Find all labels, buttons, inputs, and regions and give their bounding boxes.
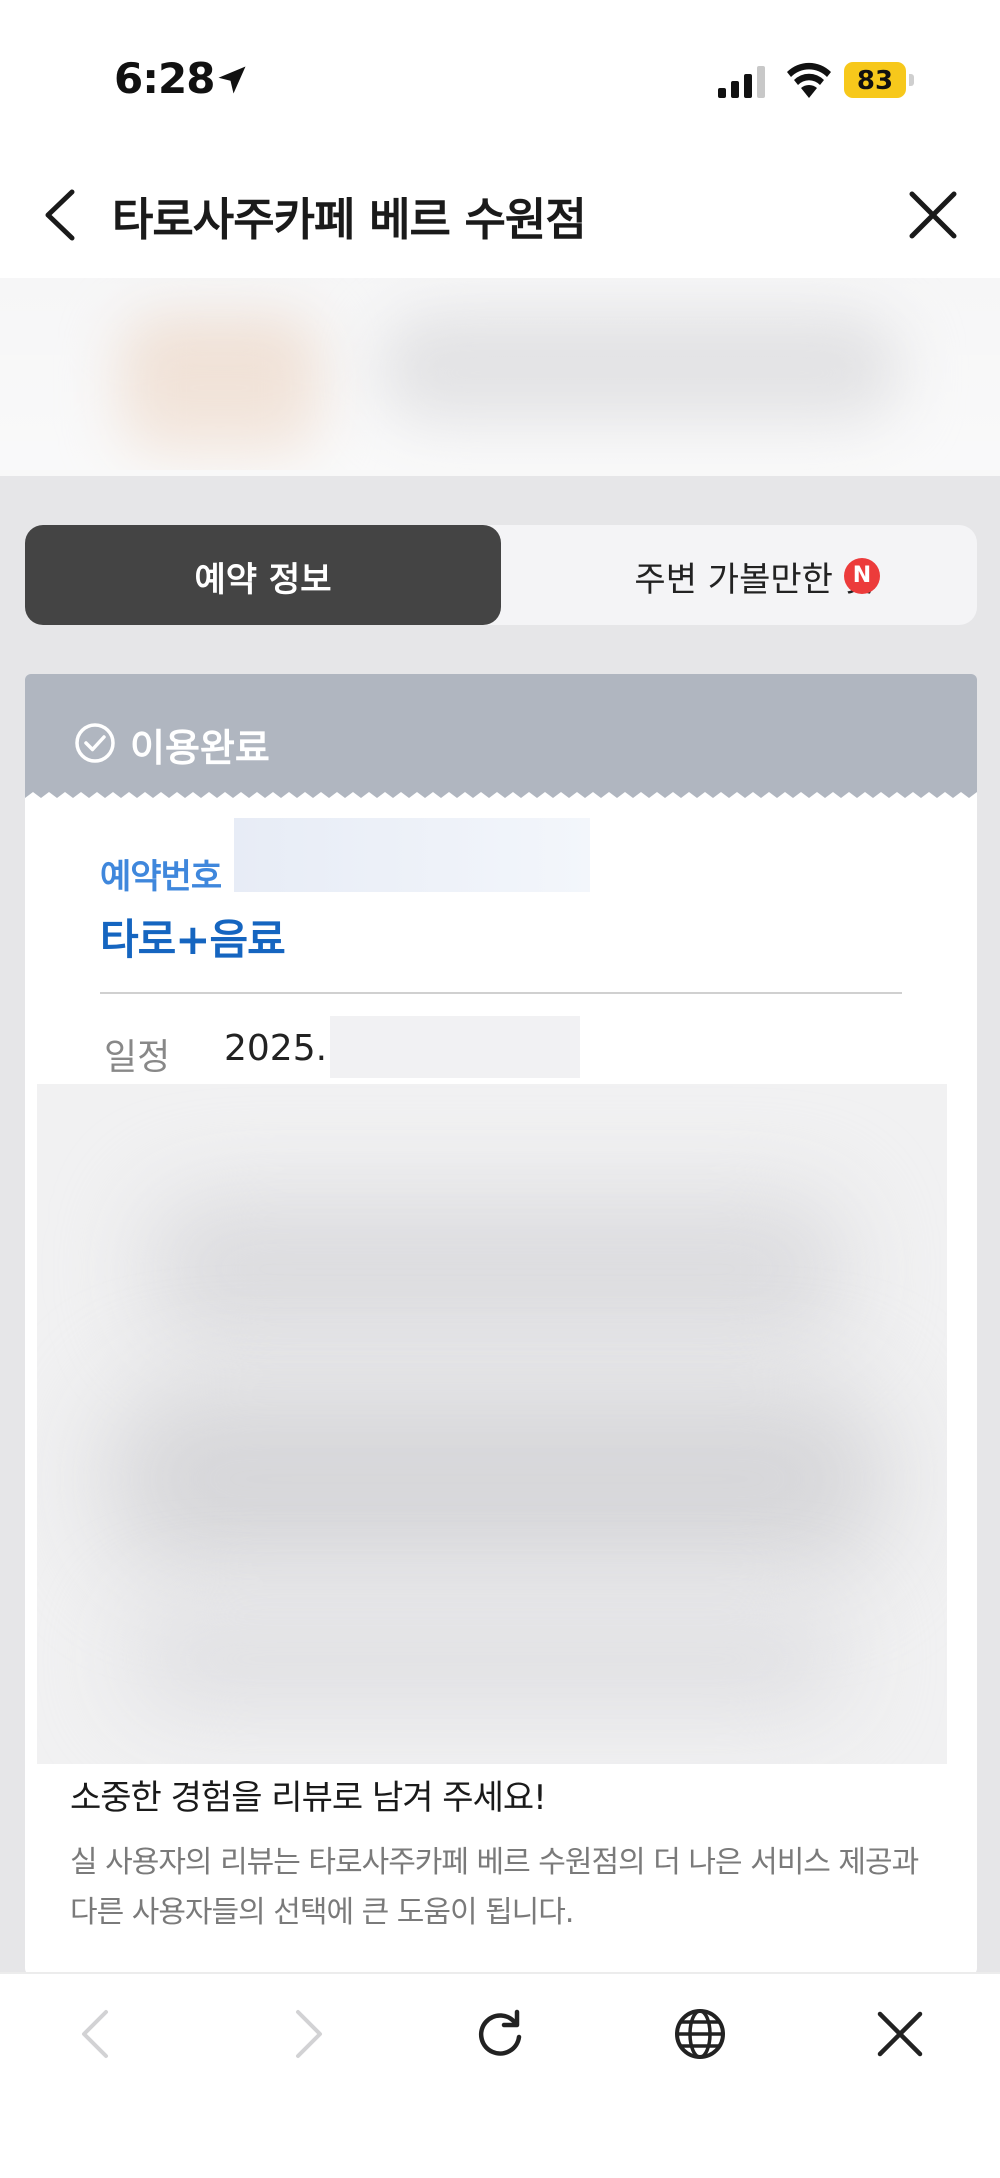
new-badge: N bbox=[844, 558, 880, 594]
forward-icon[interactable] bbox=[276, 2004, 336, 2064]
close-icon[interactable] bbox=[870, 2004, 930, 2064]
divider bbox=[0, 470, 1000, 476]
tab-nearby-places-label[interactable]: 주변 가볼만한 곳 bbox=[501, 552, 875, 601]
page-title: 타로사주카페 베르 수원점 bbox=[112, 193, 587, 246]
battery-level: 83 bbox=[856, 66, 894, 96]
refresh-icon[interactable] bbox=[470, 2004, 530, 2064]
cellular-signal-icon bbox=[718, 66, 765, 98]
tab-reservation-info-label[interactable]: 예약 정보 bbox=[25, 552, 501, 601]
close-icon[interactable] bbox=[906, 188, 960, 242]
review-prompt-title[interactable]: 소중한 경험을 리뷰로 남겨 주세요! bbox=[70, 1770, 547, 1819]
schedule-value: 2025. bbox=[224, 1028, 328, 1069]
reservation-number-redacted bbox=[234, 818, 590, 892]
blurred-banner-image bbox=[0, 278, 1000, 474]
globe-icon[interactable] bbox=[670, 2004, 730, 2064]
back-icon[interactable] bbox=[68, 2004, 128, 2064]
card-divider bbox=[100, 992, 902, 994]
location-arrow-icon bbox=[218, 66, 246, 94]
product-name: 타로+음료 bbox=[100, 915, 286, 964]
chevron-left-icon[interactable] bbox=[36, 186, 86, 244]
blurred-details bbox=[37, 1084, 947, 1764]
schedule-redacted bbox=[330, 1016, 580, 1078]
status-time: 6:28 bbox=[114, 54, 215, 103]
reservation-number-label: 예약번호 bbox=[100, 857, 222, 897]
battery-icon: 83 bbox=[844, 62, 914, 98]
review-prompt-description: 실 사용자의 리뷰는 타로사주카페 베르 수원점의 더 나은 서비스 제공과 다… bbox=[70, 1845, 919, 1930]
status-text: 이용완료 bbox=[130, 726, 270, 770]
schedule-label: 일정 bbox=[104, 1037, 171, 1078]
wifi-icon bbox=[787, 62, 831, 98]
check-circle-icon bbox=[75, 723, 115, 763]
browser-toolbar bbox=[0, 1972, 1000, 2178]
